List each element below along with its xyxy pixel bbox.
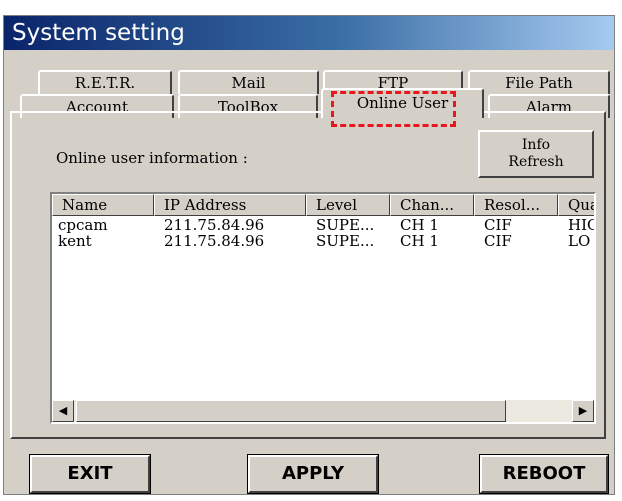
cell-quality: HIG <box>568 217 594 233</box>
cell-channel: CH 1 <box>400 233 439 249</box>
tab-retr[interactable]: R.E.T.R. <box>38 70 172 94</box>
scroll-left-arrow-icon[interactable]: ◀ <box>52 400 74 422</box>
cell-channel: CH 1 <box>400 217 439 233</box>
info-refresh-button[interactable]: Info Refresh <box>478 130 594 178</box>
exit-button[interactable]: EXIT <box>29 454 151 494</box>
tab-file-path[interactable]: File Path <box>468 70 610 94</box>
cell-quality: LO <box>568 233 591 249</box>
online-user-info-label: Online user information : <box>56 149 248 167</box>
tab-mail[interactable]: Mail <box>178 70 319 94</box>
reboot-button[interactable]: REBOOT <box>479 454 609 494</box>
cell-ip-address: 211.75.84.96 <box>164 217 265 233</box>
apply-button[interactable]: APPLY <box>247 454 379 494</box>
cell-ip-address: 211.75.84.96 <box>164 233 265 249</box>
tab-online-user[interactable]: Online User <box>321 88 484 118</box>
horizontal-scrollbar[interactable]: ◀ ▶ <box>52 400 594 422</box>
column-header-quality[interactable]: Qua <box>558 194 594 216</box>
list-header: Name IP Address Level Chan... Resol... Q… <box>52 194 594 216</box>
info-refresh-label-line1: Info <box>521 137 551 153</box>
info-refresh-label-line2: Refresh <box>508 154 564 170</box>
column-header-channel[interactable]: Chan... <box>390 194 474 216</box>
online-user-list[interactable]: Name IP Address Level Chan... Resol... Q… <box>50 192 596 424</box>
cell-level: SUPE... <box>316 233 375 249</box>
column-header-ip-address[interactable]: IP Address <box>154 194 306 216</box>
column-header-resolution[interactable]: Resol... <box>474 194 558 216</box>
scrollbar-thumb[interactable] <box>76 400 506 422</box>
tab-strip: R.E.T.R. Mail FTP File Path Account Tool… <box>10 40 610 120</box>
column-header-level[interactable]: Level <box>306 194 390 216</box>
scroll-right-arrow-icon[interactable]: ▶ <box>572 400 594 422</box>
column-header-name[interactable]: Name <box>52 194 154 216</box>
cell-resolution: CIF <box>484 217 512 233</box>
cell-name: kent <box>58 233 92 249</box>
cell-name: cpcam <box>58 217 108 233</box>
cell-level: SUPE... <box>316 217 375 233</box>
cell-resolution: CIF <box>484 233 512 249</box>
